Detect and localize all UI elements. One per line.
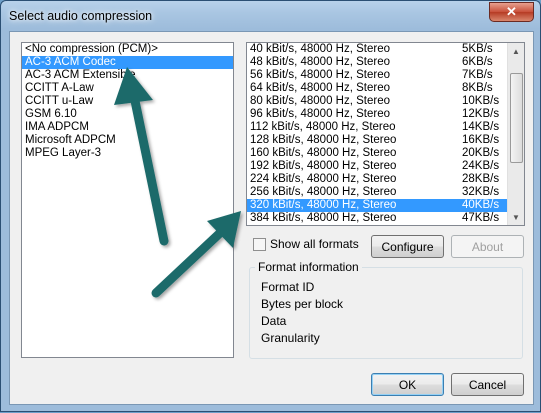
format-list-item[interactable]: 64 kBit/s, 48000 Hz, Stereo 8KB/s [247, 82, 510, 95]
format-bitrate: 384 kBit/s, 48000 Hz, Stereo [250, 212, 397, 224]
format-rate: 8KB/s [462, 82, 493, 94]
codec-list-item[interactable]: AC-3 ACM Extensible [22, 69, 233, 82]
close-button[interactable]: ✕ [489, 2, 534, 22]
checkbox-box[interactable] [253, 237, 266, 251]
codec-list-item[interactable]: GSM 6.10 [22, 108, 233, 121]
codec-list-item[interactable]: MPEG Layer-3 [22, 147, 233, 160]
cancel-button[interactable]: Cancel [451, 373, 524, 396]
format-bitrate: 224 kBit/s, 48000 Hz, Stereo [250, 173, 397, 185]
format-bitrate: 160 kBit/s, 48000 Hz, Stereo [250, 147, 397, 159]
format-rate: 7KB/s [462, 69, 493, 81]
format-list-item[interactable]: 128 kBit/s, 48000 Hz, Stereo 16KB/s [247, 134, 510, 147]
format-list-item[interactable]: 80 kBit/s, 48000 Hz, Stereo 10KB/s [247, 95, 510, 108]
codec-list-item[interactable]: <No compression (PCM)> [22, 43, 233, 56]
format-rate: 10KB/s [462, 95, 500, 107]
format-list-item[interactable]: 224 kBit/s, 48000 Hz, Stereo 28KB/s [247, 173, 510, 186]
format-list-item[interactable]: 192 kBit/s, 48000 Hz, Stereo 24KB/s [247, 160, 510, 173]
format-information-group: Format information Format ID Bytes per b… [249, 260, 523, 359]
title-bar[interactable]: Select audio compression ✕ [1, 1, 540, 31]
scroll-down-arrow-icon[interactable]: ▼ [508, 209, 524, 225]
format-list-item[interactable]: 320 kBit/s, 48000 Hz, Stereo 40KB/s [247, 199, 510, 212]
format-bitrate: 96 kBit/s, 48000 Hz, Stereo [250, 108, 390, 120]
scrollbar-thumb[interactable] [510, 73, 523, 163]
codec-list[interactable]: <No compression (PCM)> AC-3 ACM Codec AC-3… [21, 42, 234, 358]
format-bitrate: 56 kBit/s, 48000 Hz, Stereo [250, 69, 390, 81]
configure-button[interactable]: Configure [371, 235, 444, 258]
format-rate: 20KB/s [462, 147, 500, 159]
scroll-up-arrow-icon[interactable]: ▲ [508, 43, 524, 59]
format-bitrate: 192 kBit/s, 48000 Hz, Stereo [250, 160, 397, 172]
format-bitrate: 48 kBit/s, 48000 Hz, Stereo [250, 56, 390, 68]
format-list-item[interactable]: 96 kBit/s, 48000 Hz, Stereo 12KB/s [247, 108, 510, 121]
format-rate: 32KB/s [462, 186, 500, 198]
format-rate: 47KB/s [462, 212, 500, 224]
format-rate: 5KB/s [462, 43, 493, 55]
codec-list-item[interactable]: CCITT A-Law [22, 82, 233, 95]
about-button[interactable]: About [451, 235, 524, 258]
format-list-item[interactable]: 384 kBit/s, 48000 Hz, Stereo 47KB/s [247, 212, 510, 225]
codec-list-item[interactable]: Microsoft ADPCM [22, 134, 233, 147]
format-bitrate: 64 kBit/s, 48000 Hz, Stereo [250, 82, 390, 94]
format-bitrate: 112 kBit/s, 48000 Hz, Stereo [250, 121, 396, 133]
format-list-item[interactable]: 112 kBit/s, 48000 Hz, Stereo 14KB/s [247, 121, 510, 134]
format-rate: 40KB/s [462, 199, 500, 211]
format-items: 40 kBit/s, 48000 Hz, Stereo 5KB/s 48 kBit/… [247, 43, 524, 225]
format-bitrate: 40 kBit/s, 48000 Hz, Stereo [250, 43, 390, 55]
format-id-label: Format ID [261, 280, 315, 294]
format-bitrate: 80 kBit/s, 48000 Hz, Stereo [250, 95, 390, 107]
format-information-title: Format information [255, 260, 362, 274]
format-bitrate: 128 kBit/s, 48000 Hz, Stereo [250, 134, 397, 146]
format-list-item[interactable]: 160 kBit/s, 48000 Hz, Stereo 20KB/s [247, 147, 510, 160]
show-all-formats-label: Show all formats [270, 237, 359, 251]
close-icon: ✕ [506, 4, 517, 19]
dialog-client-area: <No compression (PCM)> AC-3 ACM Codec AC-3… [9, 31, 534, 405]
format-list-scrollbar[interactable]: ▲ ▼ [507, 43, 524, 225]
window-title: Select audio compression [9, 9, 153, 23]
codec-list-item[interactable]: IMA ADPCM [22, 121, 233, 134]
dialog-window: Select audio compression ✕ <No compressi… [0, 0, 541, 412]
format-rate: 16KB/s [462, 134, 500, 146]
format-list-item[interactable]: 56 kBit/s, 48000 Hz, Stereo 7KB/s [247, 69, 510, 82]
format-list-item[interactable]: 40 kBit/s, 48000 Hz, Stereo 5KB/s [247, 43, 510, 56]
data-label: Data [261, 314, 287, 328]
format-list-item[interactable]: 256 kBit/s, 48000 Hz, Stereo 32KB/s [247, 186, 510, 199]
format-rate: 24KB/s [462, 160, 500, 172]
format-list-item[interactable]: 48 kBit/s, 48000 Hz, Stereo 6KB/s [247, 56, 510, 69]
format-bitrate: 256 kBit/s, 48000 Hz, Stereo [250, 186, 397, 198]
granularity-label: Granularity [261, 331, 320, 345]
format-rate: 14KB/s [462, 121, 500, 133]
format-rate: 6KB/s [462, 56, 493, 68]
ok-button[interactable]: OK [371, 373, 444, 396]
format-bitrate: 320 kBit/s, 48000 Hz, Stereo [250, 199, 397, 211]
codec-list-item[interactable]: CCITT u-Law [22, 95, 233, 108]
format-list[interactable]: 40 kBit/s, 48000 Hz, Stereo 5KB/s 48 kBit/… [246, 42, 525, 226]
show-all-formats-checkbox[interactable]: Show all formats [253, 237, 359, 251]
bytes-per-block-label: Bytes per block [261, 297, 344, 311]
format-rate: 12KB/s [462, 108, 500, 120]
codec-list-item[interactable]: AC-3 ACM Codec [22, 56, 233, 69]
format-rate: 28KB/s [462, 173, 500, 185]
